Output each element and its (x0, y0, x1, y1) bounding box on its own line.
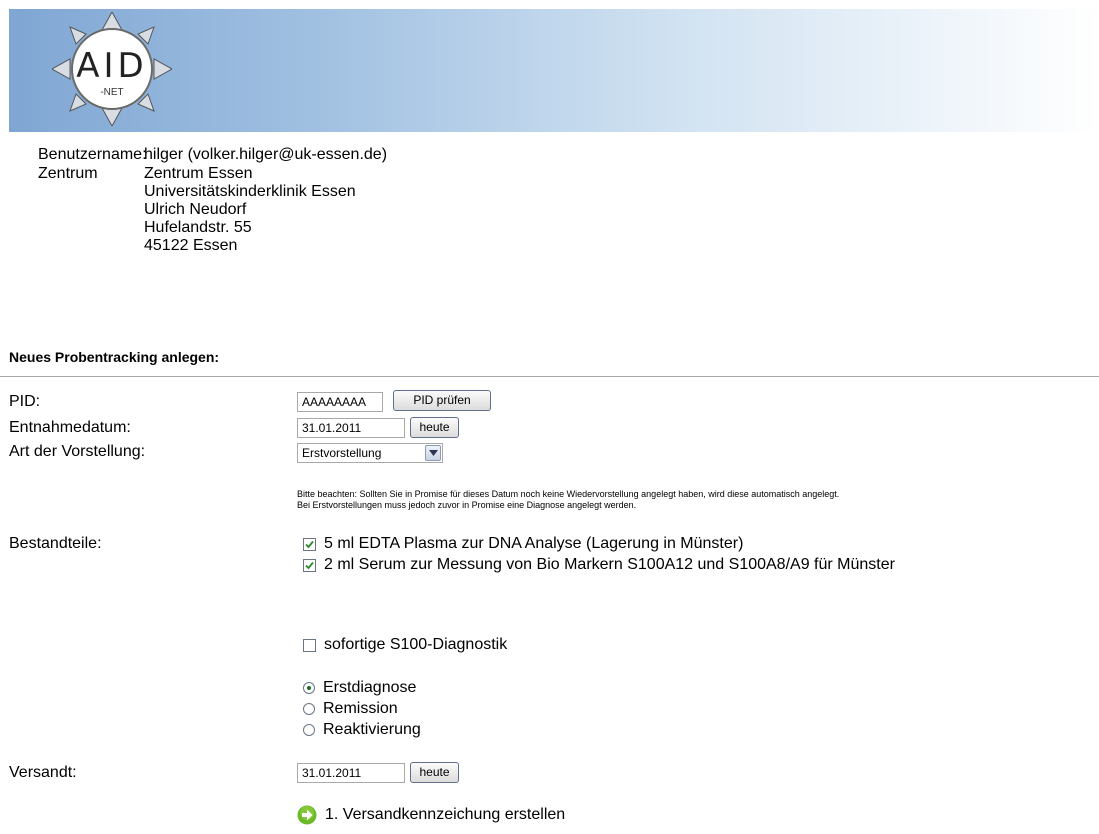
component-edta-checkbox[interactable] (303, 537, 316, 551)
immediate-diagnostics-row[interactable]: sofortige S100-Diagnostik (303, 636, 507, 654)
pid-label: PID: (9, 393, 41, 410)
logo-text: AID (76, 46, 148, 86)
center-line: Ulrich Neudorf (144, 201, 247, 218)
section-divider (0, 376, 1099, 377)
center-line: 45122 Essen (144, 237, 238, 254)
component-serum-label: 2 ml Serum zur Messung von Bio Markern S… (324, 556, 895, 573)
sampling-date-input[interactable] (297, 418, 405, 438)
center-line: Hufelandstr. 55 (144, 219, 252, 236)
component-edta-label: 5 ml EDTA Plasma zur DNA Analyse (Lageru… (324, 535, 744, 552)
shipped-date-input[interactable] (297, 763, 405, 783)
note-line: Bei Erstvorstellungen muss jedoch zuvor … (297, 500, 637, 510)
shipped-today-button[interactable]: heute (410, 762, 459, 783)
logo-subtext: -NET (100, 87, 124, 98)
pid-input[interactable] (297, 392, 383, 412)
component-serum-checkbox[interactable] (303, 558, 316, 572)
visit-type-value: Erstvorstellung (302, 446, 382, 460)
component-serum-row[interactable]: 2 ml Serum zur Messung von Bio Markern S… (303, 556, 895, 574)
diagnosis-option-remission[interactable]: Remission (303, 700, 398, 718)
info-note: Bitte beachten: Sollten Sie in Promise f… (297, 489, 839, 511)
username-value: hilger (volker.hilger@uk-essen.de) (144, 146, 388, 163)
create-shipping-label-link[interactable]: 1. Versandkennzeichung erstellen (297, 805, 565, 825)
center-label: Zentrum (38, 165, 98, 182)
immediate-diagnostics-label: sofortige S100-Diagnostik (324, 636, 508, 653)
sampling-date-today-button[interactable]: heute (410, 417, 459, 438)
radio-label: Erstdiagnose (323, 679, 417, 696)
header-banner: AID -NET (9, 9, 1099, 132)
radio-remission[interactable] (303, 703, 315, 715)
radio-label: Reaktivierung (323, 721, 421, 738)
radio-erstdiagnose[interactable] (303, 682, 315, 694)
diagnosis-option-reactivation[interactable]: Reaktivierung (303, 721, 421, 739)
radio-label: Remission (323, 700, 398, 717)
components-label: Bestandteile: (9, 535, 102, 552)
sampling-date-label: Entnahmedatum: (9, 419, 131, 436)
visit-type-label: Art der Vorstellung: (9, 443, 146, 460)
center-address: Zentrum Essen Universitätskinderklinik E… (144, 165, 356, 255)
immediate-diagnostics-checkbox[interactable] (303, 638, 316, 652)
visit-type-select[interactable]: Erstvorstellung (297, 443, 443, 463)
chevron-down-icon[interactable] (425, 445, 441, 461)
component-edta-row[interactable]: 5 ml EDTA Plasma zur DNA Analyse (Lageru… (303, 535, 743, 553)
username-label: Benutzername: (38, 146, 147, 163)
radio-reaktivierung[interactable] (303, 724, 315, 736)
arrow-right-circle-icon[interactable] (297, 805, 317, 825)
pid-check-button[interactable]: PID prüfen (393, 390, 491, 411)
center-line: Zentrum Essen (144, 165, 253, 182)
center-line: Universitätskinderklinik Essen (144, 183, 356, 200)
aid-net-logo[interactable]: AID -NET (50, 10, 174, 128)
shipped-label: Versandt: (9, 764, 77, 781)
diagnosis-option-initial[interactable]: Erstdiagnose (303, 679, 416, 697)
note-line: Bitte beachten: Sollten Sie in Promise f… (297, 489, 840, 499)
create-shipping-label-text: 1. Versandkennzeichung erstellen (325, 806, 566, 823)
section-title: Neues Probentracking anlegen: (9, 349, 220, 365)
